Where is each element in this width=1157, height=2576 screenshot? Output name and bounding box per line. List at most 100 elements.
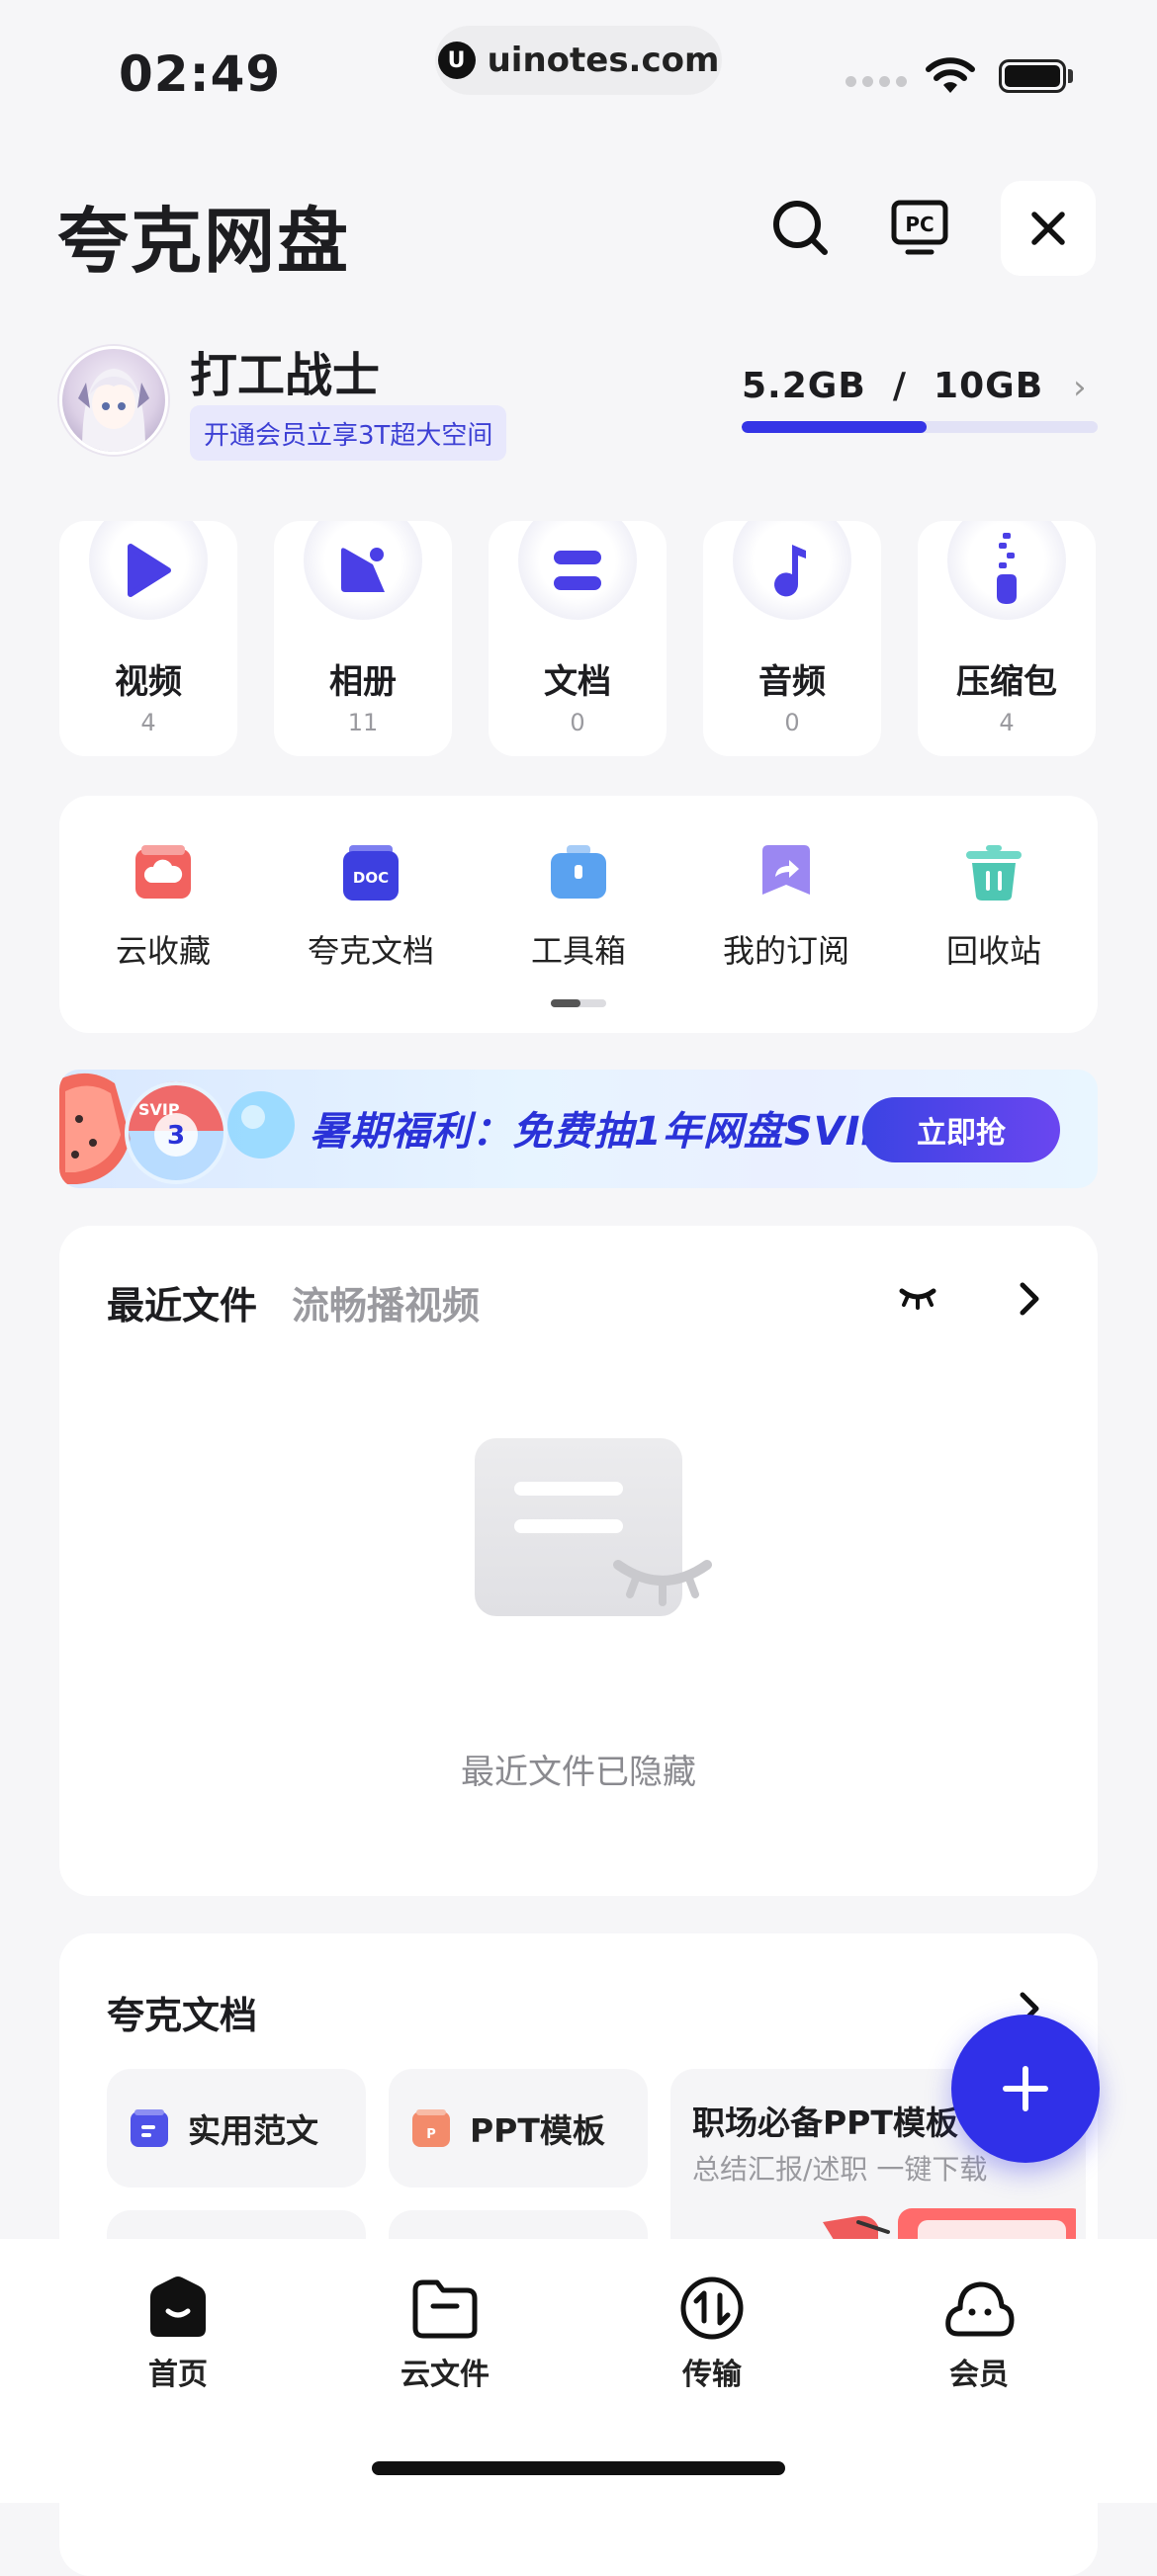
svg-text:3: 3 (167, 1121, 185, 1151)
wifi-icon (926, 57, 975, 93)
doc-chip-label: PPT模板 (470, 2111, 605, 2150)
battery-icon (999, 59, 1066, 93)
category-archives[interactable]: 压缩包 4 (918, 521, 1096, 756)
promo-title: 职场必备PPT模板 (692, 2104, 958, 2142)
battery-cap (1068, 69, 1073, 83)
category-label: 音频 (758, 662, 826, 702)
svg-text:P: P (426, 2127, 436, 2142)
trash-icon (966, 845, 1022, 901)
doc-chip-ppt-templates[interactable]: P PPT模板 (389, 2069, 648, 2188)
home-indicator (372, 2461, 785, 2475)
chevron-right-icon[interactable] (1017, 1281, 1042, 1317)
page-title: 夸克网盘 (57, 200, 351, 283)
empty-state-text: 最近文件已隐藏 (461, 1753, 696, 1792)
home-icon (150, 2276, 206, 2337)
close-icon (1031, 212, 1065, 245)
category-label: 相册 (329, 662, 397, 702)
promo-subtitle: 总结汇报/述职 一键下载 (692, 2153, 988, 2186)
recent-files-title[interactable]: 最近文件 (107, 1275, 257, 1330)
play-icon (128, 544, 171, 597)
tool-toolbox[interactable]: 工具箱 (490, 845, 668, 972)
photo-icon (341, 548, 385, 592)
category-photos[interactable]: 相册 11 (274, 521, 452, 756)
avatar[interactable] (59, 346, 168, 455)
tab-membership[interactable]: 会员 (880, 2269, 1078, 2393)
tool-subscriptions[interactable]: 我的订阅 (697, 845, 875, 972)
storage-usage[interactable]: 5.2GB / 10GB (742, 366, 1043, 406)
close-button[interactable] (1001, 181, 1096, 276)
hidden-eye-icon[interactable] (898, 1283, 937, 1313)
tab-transfer[interactable]: 传输 (613, 2269, 811, 2393)
storage-progress-bar (742, 421, 1098, 433)
banner-text: 暑期福利：免费抽1年网盘SVIP (310, 1109, 891, 1155)
share-arrow-icon (762, 845, 810, 895)
tab-cloud-files[interactable]: 云文件 (346, 2269, 544, 2393)
tool-cloud-favorites[interactable]: 云收藏 (74, 845, 252, 972)
username: 打工战士 (190, 348, 381, 403)
page-indicator (551, 999, 606, 1007)
plus-icon (1003, 2066, 1048, 2111)
category-count: 0 (570, 709, 585, 736)
category-count: 0 (784, 709, 800, 736)
tab-label: 会员 (949, 2358, 1009, 2392)
cloud-favorites-icon (135, 845, 191, 899)
toolbox-icon (551, 845, 606, 899)
avatar-illustration (78, 369, 149, 452)
promo-banner[interactable]: 3 SVIP 暑期福利：免费抽1年网盘SVIP 立即抢 (59, 1070, 1098, 1188)
ppt-icon: P (412, 2109, 450, 2147)
category-label: 压缩包 (956, 662, 1057, 702)
zip-icon (997, 533, 1017, 604)
tools-panel: 云收藏 DOC 夸克文档 工具箱 我的订阅 回收站 (59, 796, 1098, 1033)
tool-label: 回收站 (945, 932, 1041, 970)
category-documents[interactable]: 文档 0 (489, 521, 667, 756)
tool-label: 夸克文档 (307, 932, 434, 970)
vip-cloud-icon (945, 2281, 1015, 2337)
search-icon (773, 201, 828, 255)
category-count: 4 (999, 709, 1015, 736)
add-button[interactable] (951, 2015, 1100, 2163)
folder-icon (412, 2279, 478, 2339)
tool-label: 工具箱 (530, 932, 626, 970)
tool-quark-docs[interactable]: DOC 夸克文档 (282, 845, 460, 972)
category-audio[interactable]: 音频 0 (703, 521, 881, 756)
doc-chip-label: 实用范文 (188, 2111, 318, 2150)
recent-files-card: 最近文件 流畅播视频 最近文件已隐藏 (59, 1226, 1098, 1896)
essay-icon (131, 2109, 168, 2147)
document-icon (554, 551, 601, 590)
tool-label: 云收藏 (115, 932, 211, 970)
tab-label: 云文件 (400, 2358, 490, 2392)
svg-text:PC: PC (905, 213, 934, 236)
cellular-signal-icon (846, 76, 907, 87)
tab-home[interactable]: 首页 (79, 2269, 277, 2393)
tool-recycle-bin[interactable]: 回收站 (905, 845, 1083, 972)
tool-label: 我的订阅 (722, 932, 849, 970)
tab-label: 首页 (148, 2358, 208, 2392)
doc-icon: DOC (343, 845, 399, 901)
storage-progress-fill (742, 421, 928, 433)
recent-files-subtitle[interactable]: 流畅播视频 (292, 1275, 480, 1330)
grab-now-button[interactable]: 立即抢 (862, 1097, 1060, 1162)
url-text: uinotes.com (487, 41, 720, 80)
tab-label: 传输 (682, 2358, 742, 2392)
site-logo: U (437, 42, 476, 79)
quark-docs-title[interactable]: 夸克文档 (107, 1985, 257, 2039)
hidden-files-illustration (475, 1438, 712, 1616)
pc-icon: PC (891, 200, 948, 255)
svg-text:SVIP: SVIP (138, 1100, 180, 1119)
transfer-icon (680, 2276, 744, 2340)
search-button[interactable] (754, 181, 848, 276)
vip-promo-badge[interactable]: 开通会员立享3T超大空间 (190, 405, 507, 461)
category-count: 4 (140, 709, 156, 736)
pc-transfer-button[interactable]: PC (872, 181, 967, 276)
category-label: 文档 (544, 662, 611, 702)
doc-chip-sample-essays[interactable]: 实用范文 (107, 2069, 366, 2188)
category-video[interactable]: 视频 4 (59, 521, 237, 756)
promo-illustration: 3 SVIP (59, 1073, 295, 1184)
category-count: 11 (347, 709, 379, 736)
music-note-icon (774, 545, 806, 597)
url-pill[interactable]: U uinotes.com (435, 26, 722, 95)
svg-text:DOC: DOC (353, 869, 389, 887)
chevron-right-icon[interactable]: › (1073, 368, 1087, 407)
category-label: 视频 (115, 662, 182, 702)
status-time: 02:49 (119, 45, 282, 103)
